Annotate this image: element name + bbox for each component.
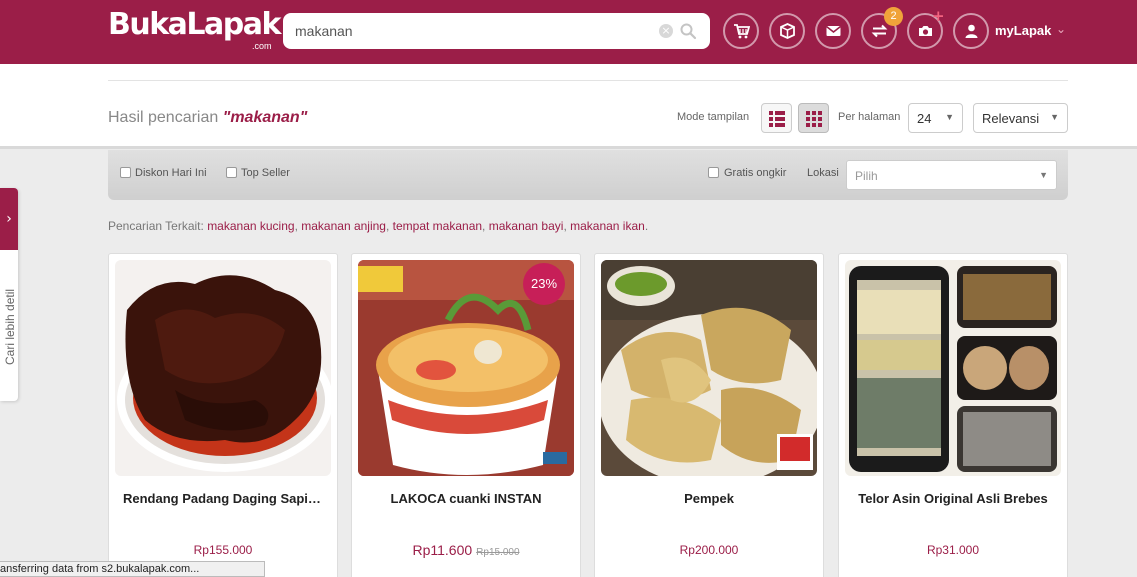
plus-icon: +	[932, 7, 945, 25]
caret-down-icon: ▼	[945, 112, 954, 122]
browser-status-bar: ansferring data from s2.bukalapak.com...	[0, 561, 265, 577]
product-card[interactable]: 23% LAKOCA cuanki INSTAN Rp11.600 Rp15.00…	[351, 253, 581, 577]
caret-down-icon: ▼	[1039, 170, 1048, 180]
lapak-button[interactable]	[769, 13, 805, 49]
free-shipping-checkbox[interactable]	[708, 167, 719, 178]
related-link[interactable]: tempat makanan	[393, 219, 482, 233]
product-old-price: Rp15.000	[476, 547, 520, 558]
product-name[interactable]: Telor Asin Original Asli Brebes	[839, 491, 1067, 506]
product-price-block: Rp11.600 Rp15.000	[352, 542, 580, 558]
notification-badge: 2	[884, 7, 903, 26]
product-name[interactable]: Rendang Padang Daging Sapi Asli	[109, 491, 337, 506]
location-select[interactable]: Pilih ▼	[846, 160, 1057, 190]
grid-icon	[806, 111, 822, 127]
product-card[interactable]: Pempek Rp200.000	[594, 253, 824, 577]
product-image[interactable]	[845, 260, 1061, 476]
transfer-icon	[871, 24, 888, 38]
bukalapak-logo[interactable]: BukaLapak	[108, 9, 281, 41]
top-seller-label[interactable]: Top Seller	[241, 167, 290, 179]
per-page-label: Per halaman	[838, 111, 901, 123]
related-link[interactable]: makanan ikan	[570, 219, 645, 233]
chevron-right-icon[interactable]: ›	[0, 188, 18, 250]
divider-shadow	[0, 146, 1137, 149]
product-price: Rp200.000	[679, 543, 739, 557]
cart-icon	[734, 24, 750, 39]
product-name[interactable]: Pempek	[595, 491, 823, 506]
camera-icon	[919, 26, 932, 36]
product-image[interactable]	[601, 260, 817, 476]
caret-down-icon: ▼	[1050, 112, 1059, 122]
user-icon	[965, 24, 978, 38]
related-link[interactable]: makanan anjing	[301, 219, 386, 233]
per-page-select[interactable]: 24 ▼	[908, 103, 963, 133]
product-card[interactable]: Telor Asin Original Asli Brebes Rp31.000	[838, 253, 1068, 577]
account-button[interactable]	[953, 13, 989, 49]
related-link[interactable]: makanan bayi	[489, 219, 564, 233]
mail-icon	[826, 25, 841, 36]
sort-select[interactable]: Relevansi ▼	[973, 103, 1068, 133]
results-header	[0, 64, 1137, 146]
result-query: "makanan"	[222, 109, 308, 126]
related-label: Pencarian Terkait:	[108, 219, 204, 233]
advanced-search-tab[interactable]: › Cari lebih detil	[0, 188, 18, 401]
list-view-button[interactable]	[761, 103, 792, 133]
advanced-search-label: Cari lebih detil	[3, 288, 17, 365]
mylapak-menu[interactable]: myLapak	[995, 23, 1051, 38]
cart-button[interactable]	[723, 13, 759, 49]
top-bar: BukaLapak .com ×	[0, 0, 1137, 64]
discount-today-checkbox[interactable]	[120, 167, 131, 178]
free-shipping-label[interactable]: Gratis ongkir	[724, 167, 786, 179]
product-price: Rp155.000	[193, 543, 253, 557]
view-mode-label: Mode tampilan	[677, 111, 750, 123]
box-icon	[780, 23, 795, 39]
search-box[interactable]: ×	[283, 13, 710, 49]
chevron-down-icon[interactable]: ⌄	[1056, 22, 1066, 36]
top-seller-checkbox[interactable]	[226, 167, 237, 178]
product-name[interactable]: LAKOCA cuanki INSTAN	[352, 491, 580, 506]
sort-value: Relevansi	[982, 111, 1040, 126]
divider	[108, 80, 1068, 81]
related-searches: Pencarian Terkait: makanan kucing, makan…	[108, 219, 649, 233]
list-icon	[769, 111, 785, 127]
result-label-text: Hasil pencarian	[108, 109, 219, 126]
discount-today-label[interactable]: Diskon Hari Ini	[135, 167, 207, 179]
related-link[interactable]: makanan kucing	[207, 219, 294, 233]
logo-suffix: .com	[252, 41, 272, 51]
grid-view-button[interactable]	[798, 103, 829, 133]
product-price: Rp11.600	[412, 542, 473, 558]
clear-search-icon[interactable]: ×	[659, 24, 673, 38]
search-input[interactable]	[295, 21, 655, 41]
discount-badge: 23%	[523, 263, 565, 305]
per-page-value: 24	[917, 111, 932, 126]
search-icon[interactable]	[679, 22, 697, 40]
search-result-title: Hasil pencarian "makanan"	[108, 109, 307, 127]
location-placeholder: Pilih	[855, 169, 878, 183]
product-card[interactable]: Rendang Padang Daging Sapi Asli Rp155.00…	[108, 253, 338, 577]
location-label: Lokasi	[807, 167, 839, 179]
messages-button[interactable]	[815, 13, 851, 49]
product-price: Rp31.000	[926, 543, 980, 557]
product-image[interactable]	[115, 260, 331, 476]
